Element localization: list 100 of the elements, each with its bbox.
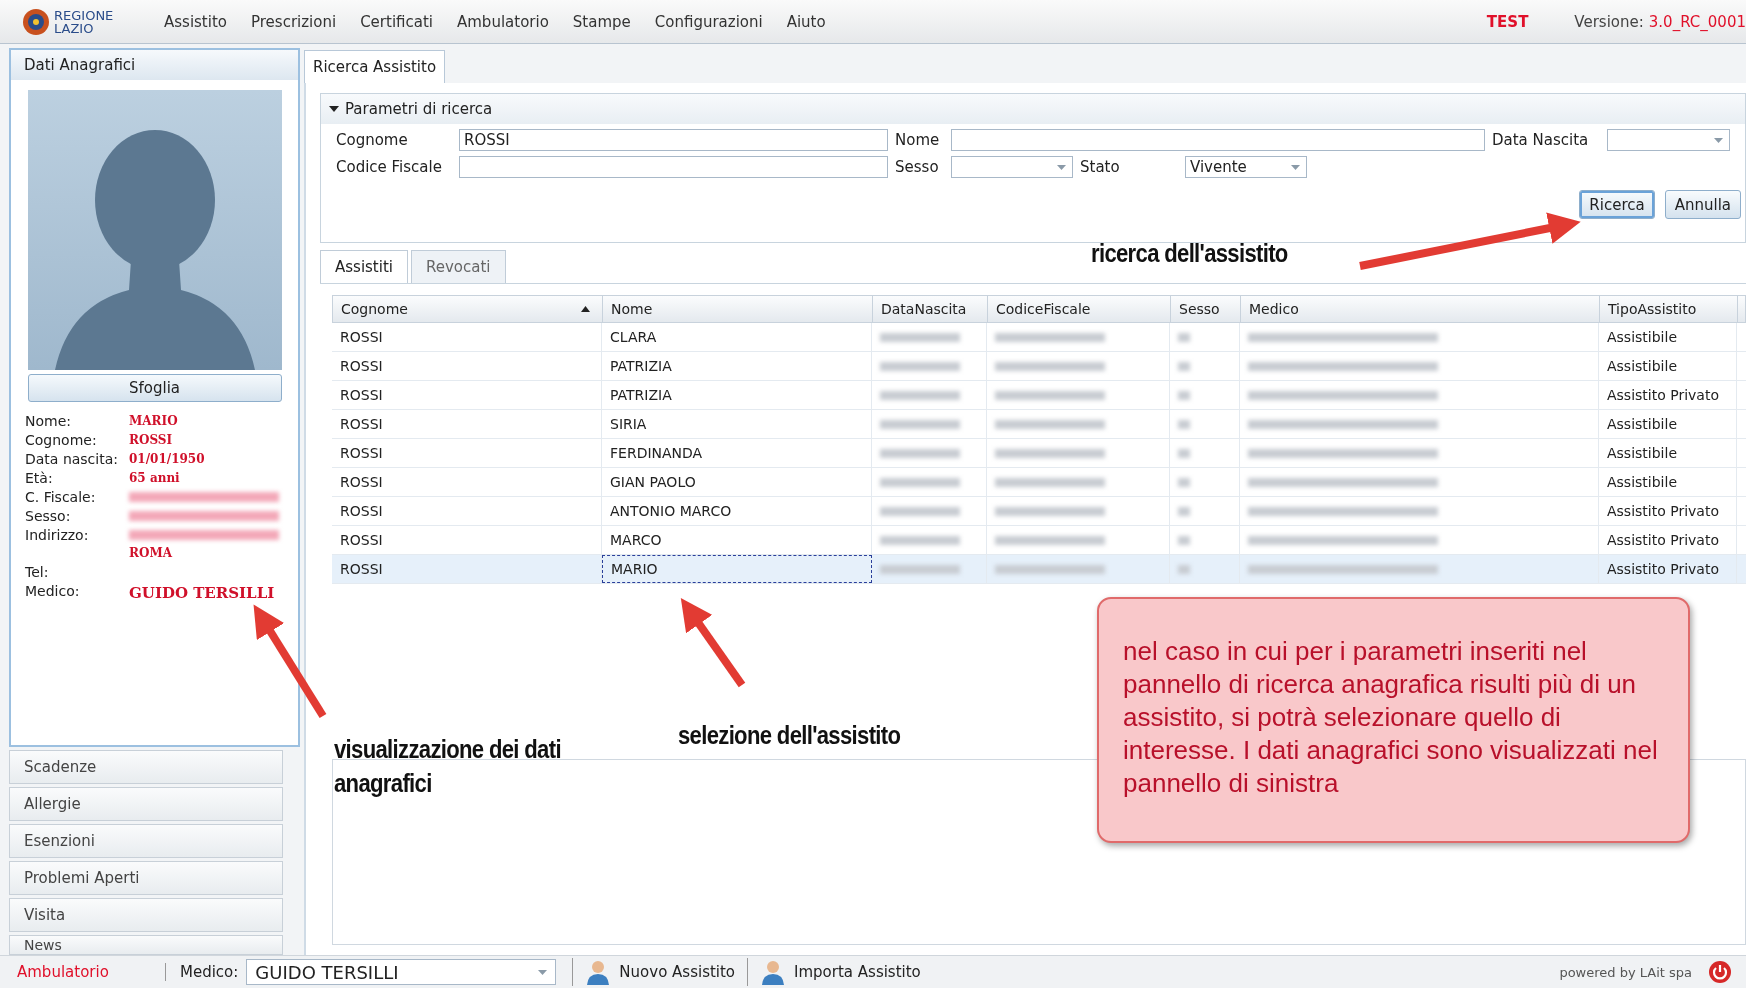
table-cell: Assistibile: [1599, 323, 1737, 351]
panel-title: Dati Anagrafici: [11, 50, 298, 80]
table-row[interactable]: ROSSI PATRIZIA Assistibile: [332, 352, 1746, 381]
result-tab[interactable]: Assistiti: [320, 250, 408, 283]
toolbar-button[interactable]: Nuovo Assistito: [572, 958, 748, 986]
result-tab[interactable]: Revocati: [411, 250, 506, 283]
field-value: 65 anni: [129, 470, 180, 487]
field-label: Data Nascita: [1492, 131, 1590, 149]
input-field[interactable]: [459, 156, 888, 178]
input-field[interactable]: [951, 129, 1485, 151]
table-cell: ROSSI: [332, 323, 602, 351]
menu-item[interactable]: Configurazioni: [654, 12, 763, 31]
table-cell: ROSSI: [332, 381, 602, 409]
field-label: Indirizzo:: [25, 526, 90, 545]
table-row[interactable]: ROSSI FERDINANDA Assistibile: [332, 439, 1746, 468]
blurred-value: [1178, 332, 1190, 342]
field-label: Cognome:: [25, 431, 98, 450]
sidebar-item[interactable]: Esenzioni: [9, 824, 283, 858]
field-label: Sesso:: [25, 507, 72, 526]
table-cell: Assistibile: [1599, 410, 1737, 438]
dropdown-arrow-icon: [1714, 137, 1723, 143]
field-label: Medico:: [25, 582, 81, 601]
field-value: ROSSI: [129, 432, 173, 449]
table-cell: CLARA: [602, 323, 872, 351]
search-button[interactable]: Annulla: [1664, 190, 1741, 219]
table-cell: ROSSI: [332, 410, 602, 438]
table-cell: Assistibile: [1599, 352, 1737, 380]
table-cell: Assistito Privato: [1599, 497, 1737, 525]
blurred-value: [1178, 506, 1190, 516]
table-cell: MARCO: [602, 526, 872, 554]
dropdown-field[interactable]: Vivente: [1185, 156, 1307, 178]
doctor-dropdown[interactable]: GUIDO TERSILLI: [246, 959, 557, 985]
dropdown-field[interactable]: [951, 156, 1073, 178]
field-label: Nome: [895, 131, 941, 149]
browse-button[interactable]: Sfoglia: [27, 374, 282, 402]
power-icon: [1708, 960, 1732, 984]
environment-label: TEST: [1486, 12, 1529, 31]
column-header[interactable]: CodiceFiscale: [988, 296, 1171, 322]
field-value: ROMA: [129, 545, 174, 562]
version-number: 3.0_RC_0001: [1648, 12, 1746, 31]
input-field[interactable]: ROSSI: [459, 129, 888, 151]
person-icon: [585, 959, 612, 985]
version-label: Versione:: [1574, 12, 1644, 31]
main-tab[interactable]: Ricerca Assistito: [304, 50, 446, 83]
table-row[interactable]: ROSSI SIRIA Assistibile: [332, 410, 1746, 439]
column-header[interactable]: Cognome: [333, 296, 603, 322]
menu-item[interactable]: Aiuto: [786, 12, 826, 31]
dropdown-field[interactable]: [1607, 129, 1730, 151]
field-label: Codice Fiscale: [336, 158, 443, 176]
blurred-value: [1178, 419, 1190, 429]
expand-triangle-icon[interactable]: [329, 105, 339, 113]
table-cell: PATRIZIA: [602, 352, 872, 380]
sidebar-item[interactable]: Scadenze: [9, 750, 283, 784]
toolbar-button[interactable]: Importa Assistito: [747, 958, 933, 986]
blurred-value: [1178, 361, 1190, 371]
sidebar-item[interactable]: News: [9, 935, 283, 955]
table-row[interactable]: ROSSI GIAN PAOLO Assistibile: [332, 468, 1746, 497]
blurred-value: [1178, 535, 1190, 545]
table-cell: ROSSI: [332, 526, 602, 554]
field-value: MARIO: [129, 413, 178, 430]
column-header[interactable]: Sesso: [1171, 296, 1241, 322]
field-label: Cognome: [336, 131, 409, 149]
menu-item[interactable]: Prescrizioni: [251, 12, 337, 31]
emblem-icon: [22, 7, 50, 36]
field-label: Sesso: [895, 158, 940, 176]
sidebar-item[interactable]: Allergie: [9, 787, 283, 821]
column-header[interactable]: DataNascita: [873, 296, 988, 322]
blurred-value: [1178, 390, 1190, 400]
table-cell: Assistibile: [1599, 439, 1737, 467]
field-label: Tel:: [25, 563, 50, 582]
field-label: Stato: [1080, 158, 1121, 176]
menu-item[interactable]: Stampe: [572, 12, 631, 31]
annotation-text: visualizzazione dei dati anagrafici: [334, 733, 562, 800]
field-label: Età:: [25, 469, 54, 488]
column-header[interactable]: Medico: [1241, 296, 1600, 322]
table-cell: SIRIA: [602, 410, 872, 438]
blurred-value: [1178, 477, 1190, 487]
field-label: Medico:: [180, 963, 239, 981]
table-row[interactable]: ROSSI ANTONIO MARCO Assistito Privato: [332, 497, 1746, 526]
table-row[interactable]: ROSSI CLARA Assistibile: [332, 323, 1746, 352]
menu-item[interactable]: Ambulatorio: [457, 12, 549, 31]
column-header[interactable]: TipoAssistito: [1600, 296, 1738, 322]
section-title: Parametri di ricerca: [345, 100, 493, 118]
table-cell: PATRIZIA: [602, 381, 872, 409]
dropdown-arrow-icon: [1057, 164, 1066, 170]
table-cell: ROSSI: [332, 497, 602, 525]
table-cell: ROSSI: [332, 555, 602, 583]
field-label: Data nascita:: [25, 450, 119, 469]
column-header[interactable]: Nome: [603, 296, 873, 322]
table-row[interactable]: ROSSI PATRIZIA Assistito Privato: [332, 381, 1746, 410]
table-cell: ROSSI: [332, 352, 602, 380]
callout-text: nel caso in cui per i parametri inseriti nel pannello di ricerca anagrafica risulti più di un assistito, si potrà selezionare quello di interesse. I dati anagrafici sono visualizzati nel pannello di sinistra: [1123, 636, 1658, 798]
table-cell: MARIO: [602, 555, 872, 583]
sidebar-item[interactable]: Visita: [9, 898, 283, 932]
menu-item[interactable]: Assistito: [164, 12, 227, 31]
menu-item[interactable]: Certificati: [360, 12, 433, 31]
table-cell: ROSSI: [332, 439, 602, 467]
table-row[interactable]: ROSSI MARIO Assistito Privato: [332, 555, 1746, 584]
search-button[interactable]: Ricerca: [1579, 190, 1655, 219]
sidebar-item[interactable]: Problemi Aperti: [9, 861, 283, 895]
